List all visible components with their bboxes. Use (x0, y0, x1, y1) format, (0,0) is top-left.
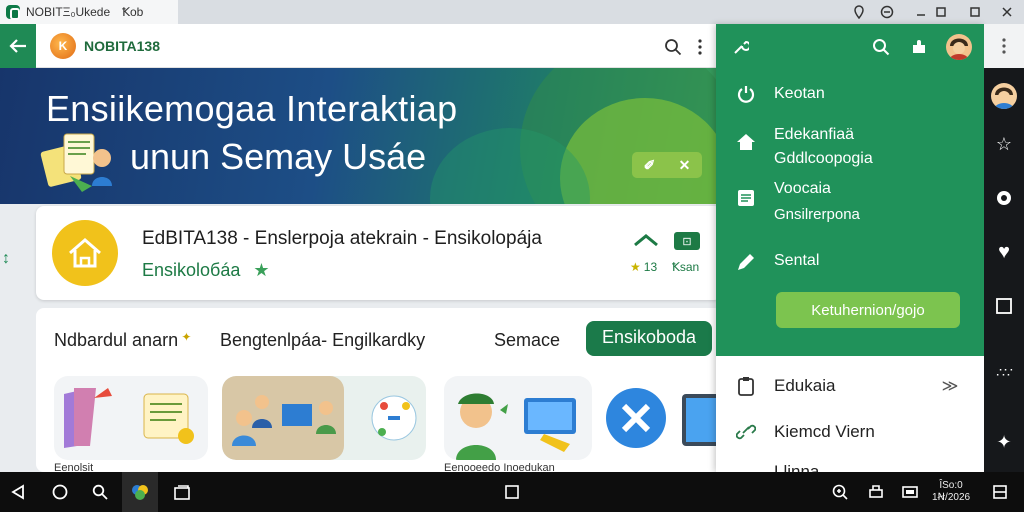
taskbar-files-icon[interactable] (164, 472, 200, 512)
app-title: NOBITA138 (84, 38, 160, 54)
close-icon[interactable] (992, 0, 1022, 24)
rail-more-icon[interactable] (996, 36, 1012, 56)
dismiss-icon[interactable]: ✕ (679, 157, 691, 174)
banner-title-line2: unun Semay Usáe (130, 136, 427, 177)
thumbnail-4[interactable] (606, 376, 716, 460)
home-small-icon[interactable] (632, 232, 660, 252)
recents-icon[interactable] (494, 472, 530, 512)
thumbnail-2[interactable] (222, 376, 426, 460)
rail-avatar[interactable] (984, 82, 1024, 110)
system-taskbar: ÎSo:0 1Ꞥ/2026 (0, 472, 1024, 512)
taskbar-search-icon[interactable] (82, 472, 118, 512)
rail-top (984, 24, 1024, 68)
drawer-item-label: Edekanfiaä (774, 126, 855, 143)
navigation-drawer: Keotan Edekanfiaä Gddlcoopogia Voocaia G… (716, 24, 984, 472)
wrench-icon[interactable] (730, 36, 752, 58)
zoom-icon[interactable] (822, 472, 858, 512)
notifications-icon[interactable] (982, 472, 1018, 512)
tab-title: NOBITΞ₀Ukede (26, 5, 111, 19)
rail-heart-icon[interactable]: ♥ (984, 240, 1024, 264)
banner-action-pill: ✐ ✕ (632, 152, 702, 178)
clock-date: 1Ꞥ/2026 (932, 492, 971, 503)
drawer-search-icon[interactable] (870, 36, 892, 58)
clipboard-icon (734, 374, 758, 398)
drawer-item-label-2: Gddlcoopogia (774, 150, 873, 167)
stat-label: Ꝁsan (672, 260, 700, 274)
star-icon: ★ (253, 260, 270, 280)
drawer-item-label: Edukaia (774, 376, 836, 395)
battery-icon[interactable] (892, 472, 928, 512)
nav-back-icon[interactable] (0, 472, 36, 512)
nav-home-icon[interactable] (42, 472, 78, 512)
back-button[interactable] (0, 24, 36, 68)
house-icon (69, 238, 101, 268)
list-icon (734, 186, 758, 210)
drawer-item-label: Kiemcd Viern (774, 422, 875, 441)
location-icon[interactable] (844, 0, 874, 24)
hero-banner: Ensiikemogaa Interaktiap unun Semay Usáe… (0, 68, 716, 204)
more-vert-icon[interactable] (690, 36, 710, 58)
banner-title-line1: Ensiikemogaa Interaktiap (46, 88, 458, 129)
tab-extra: Ꝁob (122, 5, 144, 19)
drawer-cta-button[interactable]: Ketuhernion/gojo (776, 292, 960, 328)
app-header: K NOBITA138 (0, 24, 716, 68)
scroll-indicator-icon[interactable]: ↕ (2, 250, 10, 268)
user-avatar[interactable] (946, 34, 972, 60)
print-icon[interactable] (858, 472, 894, 512)
app-tab-icon (6, 5, 20, 20)
banner-illustration (40, 128, 120, 194)
window-titlebar: NOBITΞ₀Ukede Ꝁob (0, 0, 1024, 24)
drawer-item-label: Sental (774, 252, 820, 269)
drawer-item-label: Voocaia (774, 180, 831, 197)
thumbnail-3[interactable] (444, 376, 592, 460)
filter-tab-3[interactable]: Semace (494, 330, 560, 351)
system-clock[interactable]: ÎSo:0 1Ꞥ/2026 (932, 480, 970, 504)
featured-card[interactable]: EdBITA138 - Enslerpoja atekrain - Ensiko… (36, 206, 722, 300)
rail-camera-icon[interactable] (984, 186, 1024, 210)
drawer-item-7[interactable]: Llinna (716, 462, 984, 472)
tag-icon (734, 250, 758, 274)
browser-tab[interactable]: NOBITΞ₀Ukede Ꝁob (0, 0, 178, 24)
featured-title: EdBITA138 - Enslerpoja atekrain - Ensiko… (142, 228, 542, 249)
restore-icon[interactable] (926, 0, 956, 24)
settings-icon[interactable] (872, 0, 902, 24)
drawer-item-label: Llinna (774, 462, 820, 472)
badge-icon[interactable]: ⊡ (674, 232, 700, 250)
drawer-item-label: Keotan (774, 85, 825, 102)
featured-subtitle: Ensikolобáa ★ (142, 260, 270, 280)
clock-time: ÎSo:0 (939, 480, 963, 491)
puzzle-icon[interactable] (908, 36, 930, 58)
search-icon[interactable] (662, 36, 684, 58)
rail-square-icon[interactable] (984, 294, 1024, 318)
chevron-right-icon: ≫ (941, 378, 959, 395)
home-icon (734, 130, 758, 154)
power-icon (734, 82, 758, 106)
featured-icon (52, 220, 118, 286)
rail-sparkle-icon[interactable]: ✦ (984, 430, 1024, 454)
drawer-item-label-2: Gnsilrerpona (774, 206, 860, 223)
rail-star-icon[interactable]: ☆ (984, 132, 1024, 156)
app-logo: K (50, 33, 76, 59)
rail-dots-icon[interactable]: ∴∵ (984, 360, 1024, 384)
link-icon (734, 420, 758, 444)
filter-tab-2[interactable]: Bengtenlpáa- Engilkardky (220, 330, 425, 351)
filter-tab-1[interactable]: Ndbardul anarn ✦ (54, 330, 191, 351)
arrow-left-icon (9, 39, 26, 53)
maximize-icon[interactable] (960, 0, 990, 24)
rating-stat: ★ 13 (630, 260, 658, 274)
pin-icon[interactable]: ✐ (644, 157, 656, 174)
filter-tab-4-active[interactable]: Ensikoboda (586, 321, 713, 356)
thumbnail-1[interactable] (54, 376, 208, 460)
taskbar-app-icon[interactable] (122, 472, 158, 512)
